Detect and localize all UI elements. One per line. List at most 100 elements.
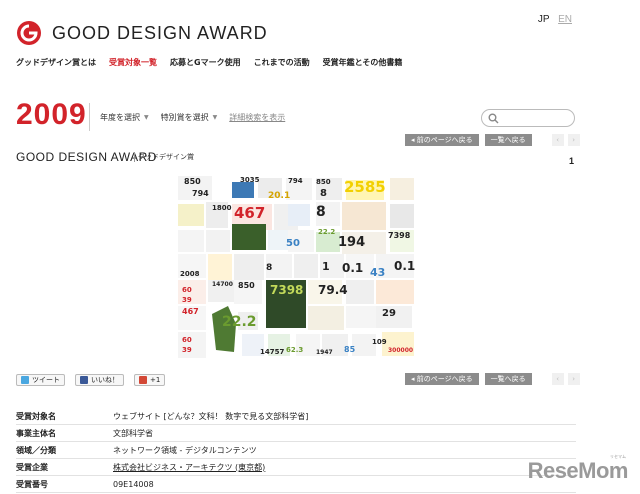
award-details: 受賞対象名 ウェブサイト [どんな？文科！ 数字で見る文部科学省] 事業主体名 文部… xyxy=(16,408,576,493)
svg-text:22.2: 22.2 xyxy=(222,314,257,330)
svg-text:850: 850 xyxy=(316,178,331,186)
site-logo[interactable]: GOOD DESIGN AWARD xyxy=(16,20,268,46)
svg-text:467: 467 xyxy=(182,307,199,316)
svg-text:7398: 7398 xyxy=(388,231,411,240)
pager-bottom: ◂ 前のページへ戻る 一覧へ戻る ‹ › xyxy=(405,373,580,385)
like-label: いいね！ xyxy=(91,376,119,384)
svg-text:85: 85 xyxy=(344,345,356,354)
g-mark-icon xyxy=(17,21,41,45)
svg-text:850: 850 xyxy=(184,177,201,186)
svg-text:0.1: 0.1 xyxy=(394,259,415,273)
year-heading: 2009 xyxy=(16,98,87,131)
google-plus-button[interactable]: +1 xyxy=(134,374,166,386)
nav-item-activities[interactable]: これまでの活動 xyxy=(254,57,310,68)
nav-item-about[interactable]: グッドデザイン賞とは xyxy=(16,57,96,68)
detail-key: 受賞企業 xyxy=(16,462,48,472)
svg-text:60: 60 xyxy=(182,336,192,344)
search-input[interactable] xyxy=(481,109,575,127)
language-switch: JP EN xyxy=(532,14,572,25)
svg-text:14757: 14757 xyxy=(260,348,284,356)
svg-text:8: 8 xyxy=(316,204,326,220)
svg-text:79.4: 79.4 xyxy=(318,283,348,297)
svg-text:467: 467 xyxy=(234,204,265,222)
detail-value: ネットワーク領域 - デジタルコンテンツ xyxy=(113,445,257,455)
back-to-list-button[interactable]: 一覧へ戻る xyxy=(484,134,532,146)
svg-text:29: 29 xyxy=(382,308,396,319)
special-award-select[interactable]: 特別賞を選択 ▼ xyxy=(161,112,218,123)
svg-text:8: 8 xyxy=(266,263,272,273)
detail-key: 領域／分類 xyxy=(16,445,56,455)
svg-text:3035: 3035 xyxy=(240,176,260,184)
svg-text:20.1: 20.1 xyxy=(268,191,290,201)
prev-page-button[interactable]: ◂ 前のページへ戻る xyxy=(405,373,479,385)
prev-page-button[interactable]: ◂ 前のページへ戻る xyxy=(405,134,479,146)
facebook-icon xyxy=(80,376,88,384)
svg-text:39: 39 xyxy=(182,346,192,354)
prev-arrow-button[interactable]: ‹ xyxy=(551,134,564,146)
year-select-label: 年度を選択 xyxy=(100,113,140,122)
svg-text:8: 8 xyxy=(320,188,327,199)
next-arrow-button[interactable]: › xyxy=(567,134,580,146)
google-plus-icon xyxy=(139,376,147,384)
svg-text:50: 50 xyxy=(286,238,300,249)
nav-item-books[interactable]: 受賞年鑑とその他書籍 xyxy=(323,57,403,68)
detail-value: 文部科学省 xyxy=(113,428,153,438)
detail-key: 受賞番号 xyxy=(16,479,48,489)
back-to-list-button[interactable]: 一覧へ戻る xyxy=(484,373,532,385)
award-subtitle: グッドデザイン賞 xyxy=(134,152,194,162)
detail-key: 受賞対象名 xyxy=(16,411,56,421)
caret-down-icon: ▼ xyxy=(144,114,149,121)
year-select[interactable]: 年度を選択 ▼ xyxy=(100,112,149,123)
svg-text:194: 194 xyxy=(338,235,365,250)
detail-row: 受賞企業 株式会社ビジネス・アーキテクツ (東京都) xyxy=(16,459,576,476)
detail-row: 受賞番号 09E14008 xyxy=(16,476,576,493)
social-buttons: ツイート いいね！ +1 xyxy=(16,374,175,386)
svg-text:1: 1 xyxy=(322,260,330,273)
svg-text:794: 794 xyxy=(192,189,209,198)
company-link[interactable]: 株式会社ビジネス・アーキテクツ (東京都) xyxy=(113,462,265,473)
svg-text:43: 43 xyxy=(370,266,385,279)
svg-text:109: 109 xyxy=(372,338,387,346)
prev-arrow-button[interactable]: ‹ xyxy=(551,373,564,385)
detail-key: 事業主体名 xyxy=(16,428,56,438)
watermark-logo: ReseMom リセマム xyxy=(527,454,629,484)
image-count: 1 xyxy=(568,156,574,166)
logo-text: GOOD DESIGN AWARD xyxy=(52,22,268,43)
lang-en[interactable]: EN xyxy=(558,14,572,25)
filter-bar: 年度を選択 ▼ 特別賞を選択 ▼ 詳細検索を表示 xyxy=(100,112,297,123)
twitter-bird-icon xyxy=(21,376,29,384)
detail-row: 事業主体名 文部科学省 xyxy=(16,425,576,442)
svg-text:60: 60 xyxy=(182,286,192,294)
main-image[interactable]: 850 794 3035 794 20.1 850 8 2585 1800 46… xyxy=(176,174,416,360)
plus-label: +1 xyxy=(150,376,161,384)
watermark-text: ReseMom xyxy=(527,458,629,483)
svg-text:39: 39 xyxy=(182,296,192,304)
svg-text:850: 850 xyxy=(238,281,255,290)
svg-text:14700: 14700 xyxy=(212,281,233,288)
detail-row: 受賞対象名 ウェブサイト [どんな？文科！ 数字で見る文部科学省] xyxy=(16,408,576,425)
pager-top: ◂ 前のページへ戻る 一覧へ戻る ‹ › xyxy=(405,134,580,146)
next-arrow-button[interactable]: › xyxy=(567,373,580,385)
year-divider xyxy=(89,103,90,131)
facebook-like-button[interactable]: いいね！ xyxy=(75,374,124,386)
detail-value: 09E14008 xyxy=(113,479,154,489)
nav-item-apply[interactable]: 応募とGマーク使用 xyxy=(170,57,241,68)
watermark-small: リセマム xyxy=(610,454,626,459)
svg-text:0.1: 0.1 xyxy=(342,261,363,275)
svg-text:794: 794 xyxy=(288,177,303,185)
nav-item-winners[interactable]: 受賞対象一覧 xyxy=(109,57,157,68)
detail-value: ウェブサイト [どんな？文科！ 数字で見る文部科学省] xyxy=(113,411,309,421)
svg-text:1800: 1800 xyxy=(212,204,232,212)
svg-text:7398: 7398 xyxy=(270,283,303,297)
tweet-label: ツイート xyxy=(32,376,60,384)
tweet-button[interactable]: ツイート xyxy=(16,374,65,386)
caret-down-icon: ▼ xyxy=(212,114,218,121)
svg-text:22.2: 22.2 xyxy=(318,228,335,236)
special-award-label: 特別賞を選択 xyxy=(160,113,209,122)
advanced-search-link[interactable]: 詳細検索を表示 xyxy=(229,112,285,123)
lang-jp[interactable]: JP xyxy=(538,14,550,25)
detail-row: 領域／分類 ネットワーク領域 - デジタルコンテンツ xyxy=(16,442,576,459)
svg-text:62.3: 62.3 xyxy=(286,346,303,354)
svg-text:300000: 300000 xyxy=(388,347,413,354)
svg-text:2585: 2585 xyxy=(344,178,386,196)
